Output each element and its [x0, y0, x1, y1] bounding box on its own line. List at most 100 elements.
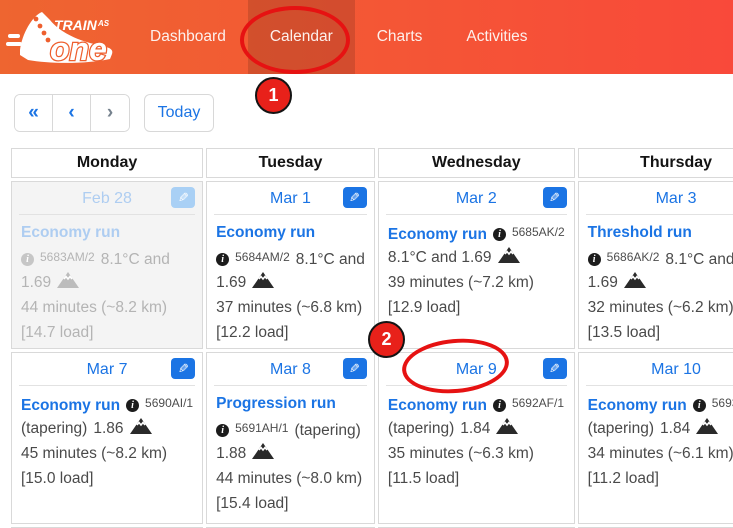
workout-text: 1.69 [216, 274, 246, 291]
cell-date-link[interactable]: Mar 10 [651, 361, 701, 378]
workout-text: 8.1°C and 1.69 [388, 249, 492, 266]
nav-item-calendar[interactable]: Calendar [248, 0, 355, 74]
calendar-cell[interactable]: Mar 3✎Threshold runi5686AK/28.1°C and1.6… [578, 181, 733, 349]
workout-link[interactable]: Economy run [388, 397, 487, 414]
nav-item-activities[interactable]: Activities [444, 0, 549, 74]
day-header: Thursday [578, 148, 733, 178]
cell-date-link[interactable]: Mar 7 [87, 361, 128, 378]
calendar-cell[interactable]: Mar 2✎Economy runi5685AK/28.1°C and 1.69… [378, 181, 575, 349]
workout-text: [11.5 load] [388, 470, 459, 487]
next-button[interactable]: › [91, 95, 129, 131]
today-button[interactable]: Today [144, 94, 214, 132]
climb-mountain-icon [130, 418, 152, 435]
climb-mountain-icon [696, 418, 718, 435]
workout-link[interactable]: Economy run [21, 397, 120, 414]
workout-text: 1.86 [93, 420, 123, 437]
info-icon[interactable]: i [216, 253, 229, 266]
logo-as-text: AS [97, 19, 110, 28]
workout-text: (tapering) [388, 420, 454, 437]
day-header: Tuesday [206, 148, 375, 178]
pencil-icon: ✎ [178, 359, 189, 378]
info-icon[interactable]: i [126, 399, 139, 412]
workout-text: [15.4 load] [216, 495, 288, 512]
info-icon[interactable]: i [216, 424, 229, 437]
workout-link[interactable]: Economy run [588, 397, 687, 414]
cell-date-link[interactable]: Mar 1 [270, 190, 311, 207]
info-icon[interactable]: i [493, 399, 506, 412]
info-icon[interactable]: i [588, 253, 601, 266]
calendar-cell[interactable]: Feb 28✎Economy runi5683AM/28.1°C and1.69… [11, 181, 203, 349]
workout-text: 1.69 [21, 274, 51, 291]
climb-mountain-icon [57, 272, 79, 289]
climb-mountain-icon [496, 418, 518, 435]
edit-day-button[interactable]: ✎ [171, 358, 195, 379]
edit-day-button[interactable]: ✎ [171, 187, 195, 208]
workout-text: 8.1°C and [296, 251, 365, 268]
workout-code: 5691AH/1 [235, 421, 288, 435]
edit-day-button[interactable]: ✎ [543, 187, 567, 208]
workout-text: 45 minutes (~8.2 km) [21, 445, 167, 462]
pencil-icon: ✎ [549, 188, 560, 207]
paging-button-group: « ‹ › [14, 94, 130, 132]
workout-text: [11.2 load] [588, 470, 659, 487]
workout-code: 5692AF/1 [512, 396, 564, 410]
top-bar: TRAIN AS one DashboardCalendarChartsActi… [0, 0, 733, 74]
workout-code: 5693AE/1 [712, 396, 733, 410]
day-header: Wednesday [378, 148, 575, 178]
main-nav: DashboardCalendarChartsActivities [128, 0, 550, 74]
workout-text: 44 minutes (~8.0 km) [216, 470, 362, 487]
cell-date-link[interactable]: Mar 9 [456, 361, 497, 378]
nav-item-charts[interactable]: Charts [355, 0, 445, 74]
workout-code: 5690AI/1 [145, 396, 193, 410]
climb-mountain-icon [498, 247, 520, 264]
workout-link[interactable]: Economy run [21, 224, 120, 241]
info-icon[interactable]: i [693, 399, 706, 412]
page: TRAIN AS one DashboardCalendarChartsActi… [0, 0, 733, 528]
workout-text: 35 minutes (~6.3 km) [388, 445, 534, 462]
app-logo[interactable]: TRAIN AS one [0, 0, 128, 74]
pencil-icon: ✎ [349, 359, 360, 378]
cell-date-link[interactable]: Feb 28 [82, 190, 132, 207]
workout-text: 1.84 [660, 420, 690, 437]
edit-day-button[interactable]: ✎ [543, 358, 567, 379]
climb-mountain-icon [252, 272, 274, 289]
workout-text: (tapering) [21, 420, 87, 437]
nav-item-dashboard[interactable]: Dashboard [128, 0, 248, 74]
workout-link[interactable]: Progression run [216, 395, 336, 412]
info-icon[interactable]: i [21, 253, 34, 266]
calendar-cell[interactable]: Mar 9✎Economy runi5692AF/1(tapering)1.84… [378, 352, 575, 524]
workout-text: (tapering) [588, 420, 654, 437]
pencil-icon: ✎ [549, 359, 560, 378]
calendar-cell[interactable]: Mar 1✎Economy runi5684AM/28.1°C and1.693… [206, 181, 375, 349]
cell-date-link[interactable]: Mar 2 [456, 190, 497, 207]
workout-text: 1.88 [216, 445, 246, 462]
previous-button[interactable]: ‹ [53, 95, 91, 131]
cell-date-link[interactable]: Mar 3 [656, 190, 697, 207]
workout-link[interactable]: Economy run [388, 226, 487, 243]
workout-text: 39 minutes (~7.2 km) [388, 274, 534, 291]
workout-code: 5686AK/2 [607, 250, 660, 264]
workout-text: 44 minutes (~8.2 km) [21, 299, 167, 316]
climb-mountain-icon [624, 272, 646, 289]
climb-mountain-icon [252, 443, 274, 460]
workout-text: [12.2 load] [216, 324, 288, 341]
workout-text: 1.69 [588, 274, 618, 291]
calendar-cell[interactable]: Mar 7 ✎ Economy run i 5690AI/1 (tapering) 1.86… [11, 352, 203, 524]
pencil-icon: ✎ [178, 188, 189, 207]
calendar-cell[interactable]: Mar 10✎Economy runi5693AE/1(tapering)1.8… [578, 352, 733, 524]
calendar-cell[interactable]: Mar 8 ✎ Progression run i 5691AH/1 (tapering)… [206, 352, 375, 524]
workout-text: (tapering) [294, 422, 360, 439]
day-header: Monday [11, 148, 203, 178]
workout-link[interactable]: Threshold run [588, 224, 692, 241]
cell-date-link[interactable]: Mar 8 [270, 361, 311, 378]
workout-text: [13.5 load] [588, 324, 660, 341]
fast-backward-button[interactable]: « [15, 95, 53, 131]
workout-text: 37 minutes (~6.8 km) [216, 299, 362, 316]
info-icon[interactable]: i [493, 228, 506, 241]
workout-text: [14.7 load] [21, 324, 93, 341]
edit-day-button[interactable]: ✎ [343, 187, 367, 208]
workout-link[interactable]: Economy run [216, 224, 315, 241]
workout-text: [15.0 load] [21, 470, 93, 487]
annotation-badge-1: 1 [255, 77, 292, 114]
edit-day-button[interactable]: ✎ [343, 358, 367, 379]
